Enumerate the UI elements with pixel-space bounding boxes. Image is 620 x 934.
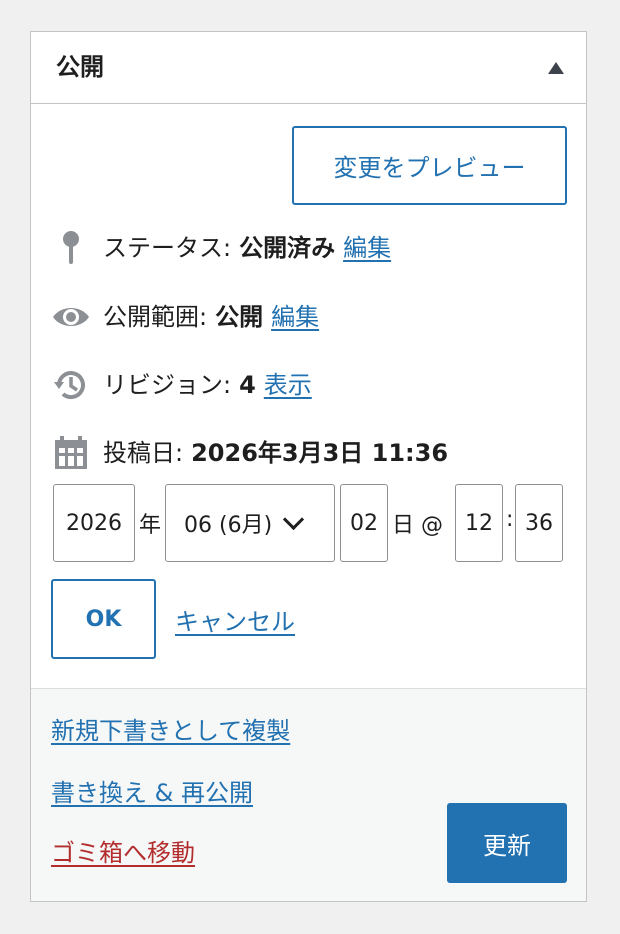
triangle-up-icon[interactable] bbox=[548, 62, 564, 74]
visibility-value: 公開 bbox=[215, 303, 264, 331]
status-value: 公開済み bbox=[239, 234, 336, 262]
month-select-value: 06 (6月) bbox=[184, 513, 273, 538]
update-button[interactable]: 更新 bbox=[447, 803, 567, 883]
revisions-label: リビジョン: bbox=[103, 371, 232, 399]
move-to-trash-link[interactable]: ゴミ箱へ移動 bbox=[51, 833, 195, 868]
visibility-edit-link[interactable]: 編集 bbox=[271, 301, 319, 333]
publish-date-row: 投稿日: 2026年3月3日 11:36 bbox=[51, 433, 448, 473]
major-publishing-actions: 新規下書きとして複製 書き換え & 再公開 ゴミ箱へ移動 更新 bbox=[31, 688, 586, 901]
status-label: ステータス: bbox=[103, 234, 232, 262]
revisions-view-link[interactable]: 表示 bbox=[264, 369, 312, 401]
visibility-label: 公開範囲: bbox=[103, 303, 208, 331]
panel-header[interactable]: 公開 bbox=[31, 32, 586, 104]
panel-title: 公開 bbox=[56, 53, 104, 81]
day-suffix: 日 @ bbox=[392, 513, 443, 538]
revisions-row: リビジョン: 4 表示 bbox=[51, 365, 312, 405]
publish-date-value: 2026年3月3日 11:36 bbox=[191, 439, 449, 467]
pin-icon bbox=[51, 228, 91, 268]
chevron-down-icon bbox=[283, 508, 305, 530]
calendar-icon bbox=[51, 433, 91, 473]
publish-panel: 公開 変更をプレビュー ステータス: 公開済み 編集 公開範囲: 公開 編集 リ… bbox=[30, 31, 587, 902]
status-row: ステータス: 公開済み 編集 bbox=[51, 228, 391, 268]
month-select[interactable]: 06 (6月) bbox=[165, 484, 335, 562]
ok-button[interactable]: OK bbox=[51, 579, 156, 659]
time-separator: : bbox=[506, 507, 514, 532]
hour-input[interactable]: 12 bbox=[455, 484, 503, 562]
revisions-value: 4 bbox=[239, 371, 256, 399]
publish-date-label: 投稿日: bbox=[103, 439, 184, 467]
cancel-link[interactable]: キャンセル bbox=[175, 602, 295, 637]
year-suffix: 年 bbox=[139, 513, 162, 538]
preview-changes-button[interactable]: 変更をプレビュー bbox=[292, 126, 567, 205]
eye-icon bbox=[51, 297, 91, 337]
minute-input[interactable]: 36 bbox=[515, 484, 563, 562]
day-input[interactable]: 02 bbox=[340, 484, 388, 562]
status-edit-link[interactable]: 編集 bbox=[343, 232, 391, 264]
visibility-row: 公開範囲: 公開 編集 bbox=[51, 297, 319, 337]
history-icon bbox=[51, 365, 91, 405]
rewrite-republish-link[interactable]: 書き換え & 再公開 bbox=[51, 773, 253, 808]
duplicate-draft-link[interactable]: 新規下書きとして複製 bbox=[51, 711, 290, 746]
year-input[interactable]: 2026 bbox=[53, 484, 135, 562]
